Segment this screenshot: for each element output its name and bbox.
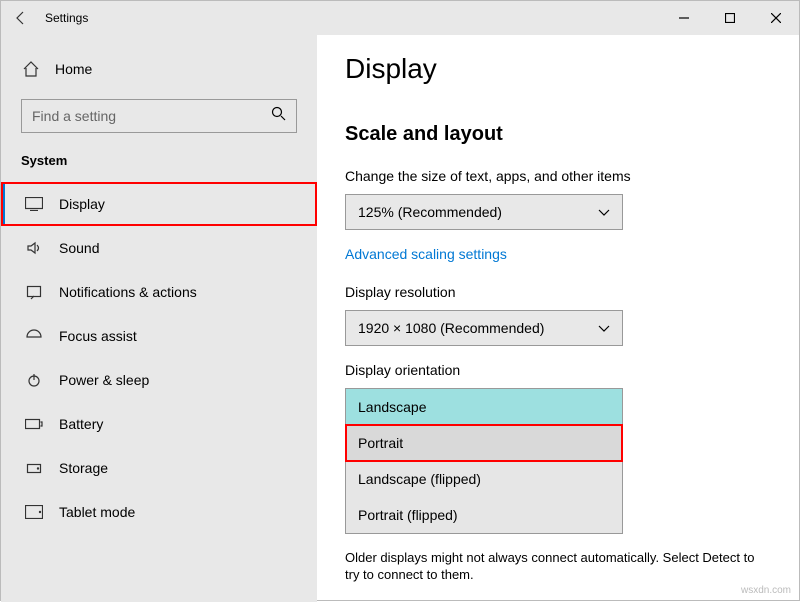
back-button[interactable] [1, 1, 41, 35]
search-box[interactable] [21, 99, 297, 133]
search-icon [271, 106, 286, 126]
orientation-option-landscape[interactable]: Landscape [346, 389, 622, 425]
display-icon [25, 195, 43, 213]
sidebar-home-label: Home [55, 61, 92, 77]
sidebar-item-label: Focus assist [59, 328, 137, 344]
titlebar: Settings [1, 1, 799, 35]
sidebar-item-sound[interactable]: Sound [1, 226, 317, 270]
sidebar-item-focus[interactable]: Focus assist [1, 314, 317, 358]
scale-label: Change the size of text, apps, and other… [345, 168, 769, 184]
chevron-down-icon [598, 320, 610, 336]
sidebar-item-label: Display [59, 196, 105, 212]
watermark: wsxdn.com [741, 585, 791, 596]
sidebar-item-battery[interactable]: Battery [1, 402, 317, 446]
orientation-label: Display orientation [345, 362, 769, 378]
detect-footnote: Older displays might not always connect … [345, 550, 769, 584]
orientation-dropdown-list: Landscape Portrait Landscape (flipped) P… [345, 388, 623, 534]
minimize-button[interactable] [661, 1, 707, 35]
window-title: Settings [45, 11, 88, 25]
advanced-scaling-link[interactable]: Advanced scaling settings [345, 246, 507, 262]
sidebar: Home System Display Sound Notifications … [1, 35, 317, 602]
storage-icon [25, 459, 43, 477]
orientation-option-portrait[interactable]: Portrait [346, 425, 622, 461]
sidebar-item-display[interactable]: Display [1, 182, 317, 226]
focus-icon [25, 327, 43, 345]
resolution-value: 1920 × 1080 (Recommended) [358, 320, 544, 336]
sound-icon [25, 239, 43, 257]
search-input[interactable] [32, 108, 271, 124]
sidebar-item-label: Power & sleep [59, 372, 149, 388]
sidebar-item-storage[interactable]: Storage [1, 446, 317, 490]
sidebar-item-label: Notifications & actions [59, 284, 197, 300]
chevron-down-icon [598, 204, 610, 220]
home-icon [21, 59, 41, 79]
sidebar-item-label: Tablet mode [59, 504, 135, 520]
sidebar-item-notifications[interactable]: Notifications & actions [1, 270, 317, 314]
main-content: Display Scale and layout Change the size… [317, 35, 799, 602]
sidebar-home[interactable]: Home [1, 59, 317, 99]
resolution-dropdown[interactable]: 1920 × 1080 (Recommended) [345, 310, 623, 346]
scale-dropdown[interactable]: 125% (Recommended) [345, 194, 623, 230]
sidebar-item-label: Sound [59, 240, 99, 256]
sidebar-item-label: Storage [59, 460, 108, 476]
battery-icon [25, 415, 43, 433]
close-button[interactable] [753, 1, 799, 35]
orientation-option-landscape-flipped[interactable]: Landscape (flipped) [346, 461, 622, 497]
power-icon [25, 371, 43, 389]
orientation-option-portrait-flipped[interactable]: Portrait (flipped) [346, 497, 622, 533]
resolution-label: Display resolution [345, 284, 769, 300]
sidebar-section-label: System [1, 153, 317, 182]
sidebar-item-tablet[interactable]: Tablet mode [1, 490, 317, 534]
notifications-icon [25, 283, 43, 301]
section-title: Scale and layout [345, 123, 769, 146]
scale-value: 125% (Recommended) [358, 204, 502, 220]
tablet-icon [25, 503, 43, 521]
sidebar-item-label: Battery [59, 416, 103, 432]
sidebar-item-power[interactable]: Power & sleep [1, 358, 317, 402]
maximize-button[interactable] [707, 1, 753, 35]
page-title: Display [345, 53, 769, 85]
